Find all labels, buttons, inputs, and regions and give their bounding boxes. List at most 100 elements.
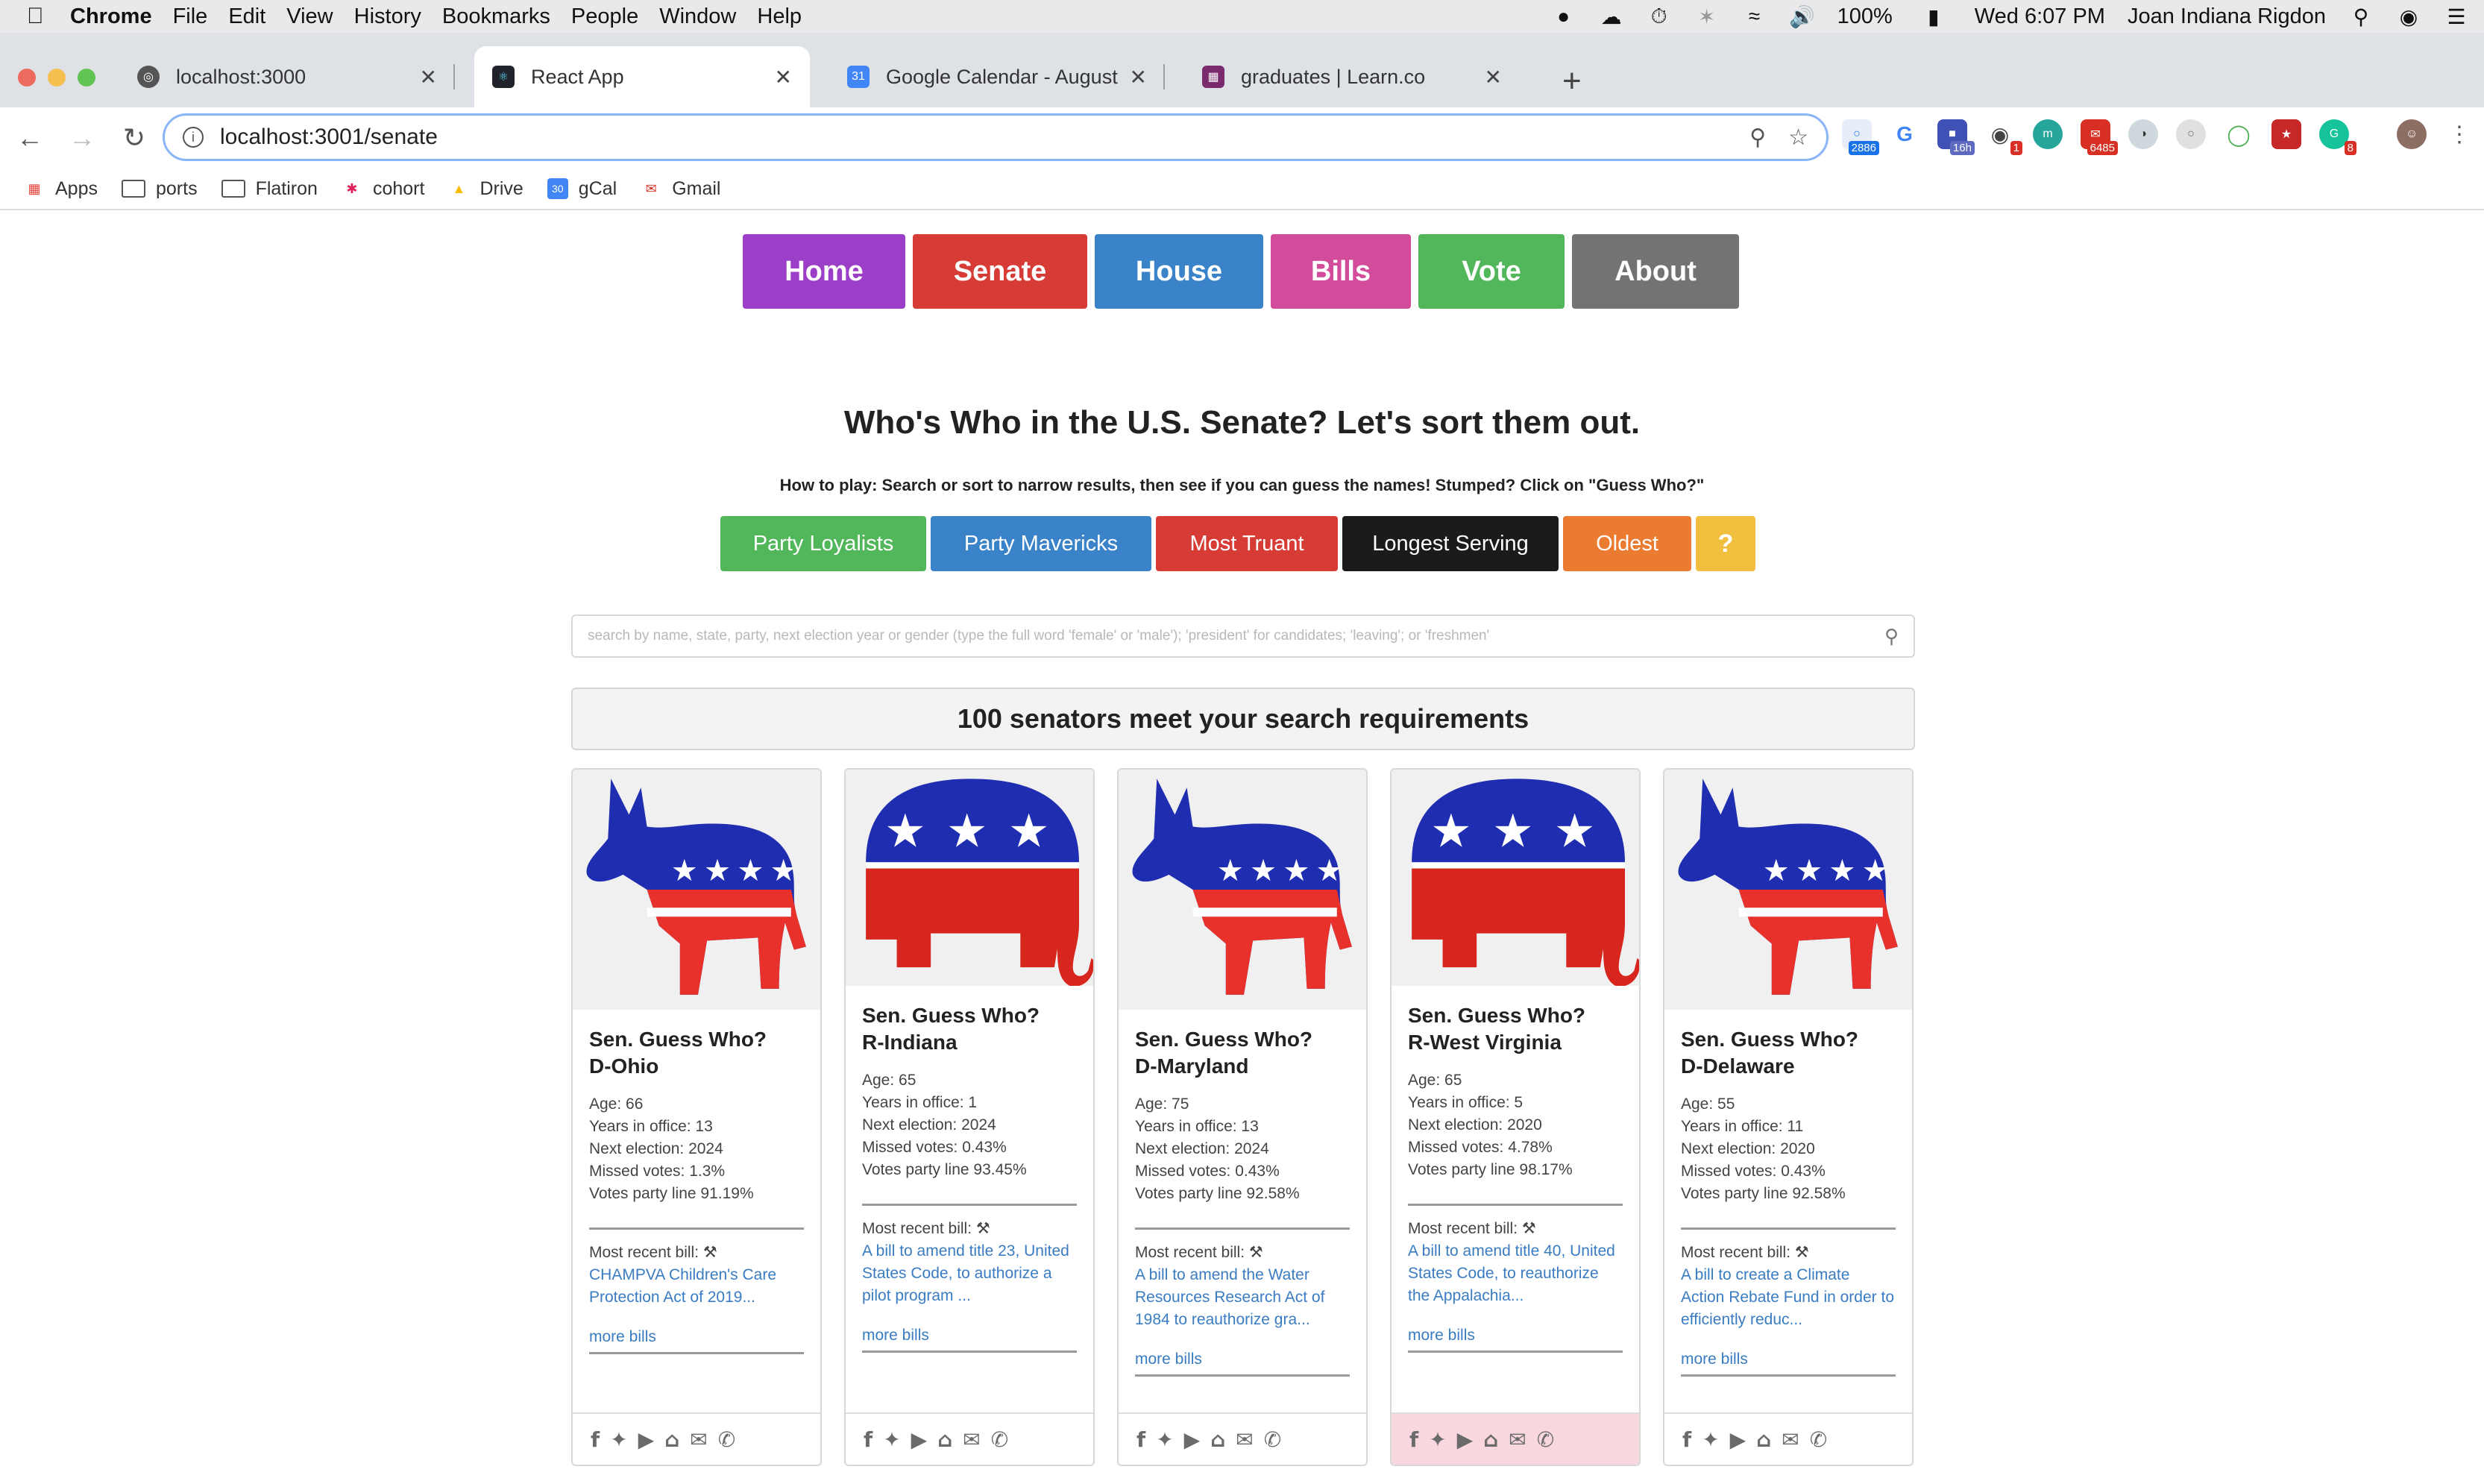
sort-longest-serving-button[interactable]: Longest Serving [1342, 516, 1559, 571]
tab-learn-co[interactable]: ▦ graduates | Learn.co ✕ [1184, 46, 1520, 107]
timer-extension-icon[interactable]: ■ 16h [1937, 119, 1975, 155]
forward-icon[interactable]: → [60, 122, 104, 154]
bookmark-drive[interactable]: ▲ Drive [448, 178, 523, 200]
home-icon[interactable]: ⌂ [664, 1427, 679, 1452]
bookmark-flatiron[interactable]: Flatiron [221, 178, 318, 200]
senator-card[interactable]: ★ ★ ★ Sen. Guess Who? R-West Virginia Age:… [1390, 768, 1641, 1466]
senator-name[interactable]: Sen. Guess Who? [1681, 1026, 1896, 1053]
close-window-button[interactable] [18, 69, 36, 87]
democrat-donkey-image[interactable]: ★ ★ ★ ★ [1119, 770, 1366, 1010]
youtube-icon[interactable]: ▶ [638, 1427, 655, 1452]
close-tab-icon[interactable]: ✕ [775, 65, 792, 89]
email-icon[interactable]: ✉ [690, 1427, 707, 1452]
new-tab-icon[interactable]: + [1562, 63, 1582, 100]
zoom-window-button[interactable] [78, 69, 95, 87]
twitter-icon[interactable]: ✦ [1156, 1427, 1173, 1452]
chrome-menu-icon[interactable]: ⋮ [2444, 119, 2474, 149]
reload-icon[interactable]: ↻ [112, 122, 157, 154]
recent-bill-link[interactable]: CHAMPVA Children's Care Protection Act o… [589, 1264, 804, 1309]
menu-app-name[interactable]: Chrome [70, 4, 152, 29]
recent-bill-link[interactable]: A bill to create a Climate Action Rebate… [1681, 1264, 1896, 1331]
green-ring-extension-icon[interactable]: ◯ [2224, 119, 2254, 149]
red-extension-icon[interactable]: ★ [2271, 119, 2301, 149]
menu-window[interactable]: Window [659, 4, 736, 29]
menu-history[interactable]: History [354, 4, 421, 29]
sort-oldest-button[interactable]: Oldest [1563, 516, 1691, 571]
bookmark-star-icon[interactable]: ☆ [1788, 125, 1808, 151]
more-bills-link[interactable]: more bills [1681, 1351, 1896, 1368]
facebook-icon[interactable]: f [1682, 1427, 1691, 1452]
home-icon[interactable]: ⌂ [1756, 1427, 1771, 1452]
more-bills-link[interactable]: more bills [1135, 1351, 1350, 1368]
more-bills-link[interactable]: more bills [862, 1327, 1077, 1345]
nav-house-button[interactable]: House [1095, 234, 1263, 309]
recent-bill-link[interactable]: A bill to amend the Water Resources Rese… [1135, 1264, 1350, 1331]
menu-help[interactable]: Help [757, 4, 802, 29]
menu-file[interactable]: File [173, 4, 208, 29]
close-tab-icon[interactable]: ✕ [420, 65, 437, 89]
recent-bill-link[interactable]: A bill to amend title 23, United States … [862, 1240, 1077, 1307]
senator-name[interactable]: Sen. Guess Who? [1135, 1026, 1350, 1053]
democrat-donkey-image[interactable]: ★ ★ ★ ★ [1664, 770, 1912, 1010]
close-tab-icon[interactable]: ✕ [1130, 65, 1147, 89]
recent-bill-link[interactable]: A bill to amend title 40, United States … [1408, 1240, 1623, 1307]
search-icon[interactable]: ⚲ [1884, 625, 1899, 648]
youtube-icon[interactable]: ▶ [1730, 1427, 1746, 1452]
phone-icon[interactable]: ✆ [991, 1427, 1008, 1452]
menu-view[interactable]: View [286, 4, 333, 29]
status-cloud-icon[interactable]: ☁ [1599, 4, 1624, 29]
wifi-icon[interactable]: ≈ [1742, 4, 1767, 29]
senator-card[interactable]: ★ ★ ★ ★ Sen. Guess Who? D-Maryland Age: 75 … [1117, 768, 1368, 1466]
gmail-extension-icon[interactable]: ✉ 6485 [2081, 119, 2118, 155]
siri-icon[interactable]: ◉ [2396, 4, 2421, 29]
profile-avatar[interactable]: ☺ [2397, 119, 2427, 149]
bookmark-cohort[interactable]: ✱ cohort [342, 178, 424, 200]
home-icon[interactable]: ⌂ [1210, 1427, 1225, 1452]
nav-senate-button[interactable]: Senate [913, 234, 1087, 309]
site-info-icon[interactable]: i [183, 127, 204, 148]
email-icon[interactable]: ✉ [963, 1427, 980, 1452]
address-bar[interactable]: i localhost:3001/senate ⚲ ☆ [163, 113, 1829, 161]
youtube-icon[interactable]: ▶ [1457, 1427, 1474, 1452]
grammarly-icon[interactable]: G8 [2319, 119, 2356, 155]
home-icon[interactable]: ⌂ [937, 1427, 952, 1452]
republican-elephant-image[interactable]: ★ ★ ★ [846, 770, 1093, 987]
facebook-icon[interactable]: f [1136, 1427, 1145, 1452]
senator-search-input[interactable]: search by name, state, party, next elect… [571, 614, 1915, 658]
senator-name[interactable]: Sen. Guess Who? [589, 1026, 804, 1053]
twitter-icon[interactable]: ✦ [883, 1427, 900, 1452]
email-icon[interactable]: ✉ [1782, 1427, 1799, 1452]
bookmark-ports[interactable]: ports [121, 178, 198, 200]
phone-icon[interactable]: ✆ [1537, 1427, 1554, 1452]
menu-user[interactable]: Joan Indiana Rigdon [2128, 4, 2326, 29]
battery-icon[interactable]: ▮ [1915, 4, 1952, 29]
email-icon[interactable]: ✉ [1236, 1427, 1253, 1452]
senator-card[interactable]: ★ ★ ★ Sen. Guess Who? R-Indiana Age: 65 Ye… [844, 768, 1095, 1466]
teal-extension-icon[interactable]: m [2033, 119, 2063, 149]
bookmark-apps[interactable]: ▦ Apps [24, 178, 98, 200]
twitter-icon[interactable]: ✦ [1429, 1427, 1446, 1452]
phone-icon[interactable]: ✆ [718, 1427, 735, 1452]
zoom-search-icon[interactable]: ⚲ [1749, 125, 1766, 151]
email-icon[interactable]: ✉ [1509, 1427, 1526, 1452]
sort-party-mavericks-button[interactable]: Party Mavericks [931, 516, 1151, 571]
facebook-icon[interactable]: f [591, 1427, 600, 1452]
disk-extension-icon[interactable]: ○ [2176, 119, 2206, 149]
sort-party-loyalists-button[interactable]: Party Loyalists [720, 516, 926, 571]
menu-clock[interactable]: Wed 6:07 PM [1975, 4, 2105, 29]
bookmark-gmail[interactable]: ✉ Gmail [641, 178, 721, 200]
back-icon[interactable]: ← [7, 122, 52, 154]
circle-extension-icon[interactable]: ◑ [2128, 119, 2158, 149]
spotlight-search-icon[interactable]: ⚲ [2348, 4, 2374, 29]
nav-bills-button[interactable]: Bills [1271, 234, 1411, 309]
more-bills-link[interactable]: more bills [589, 1328, 804, 1346]
home-icon[interactable]: ⌂ [1483, 1427, 1498, 1452]
senator-name[interactable]: Sen. Guess Who? [862, 1002, 1077, 1029]
senator-card[interactable]: ★ ★ ★ ★ Sen. Guess Who? D-Ohio Age: 66 Year… [571, 768, 822, 1466]
senator-card[interactable]: ★ ★ ★ ★ Sen. Guess Who? D-Delaware Age: 55 … [1663, 768, 1914, 1466]
republican-elephant-image[interactable]: ★ ★ ★ [1392, 770, 1639, 987]
notification-center-icon[interactable]: ☰ [2444, 4, 2469, 29]
nav-home-button[interactable]: Home [743, 234, 905, 309]
status-dot-icon[interactable]: ● [1551, 4, 1576, 29]
nav-vote-button[interactable]: Vote [1418, 234, 1565, 309]
